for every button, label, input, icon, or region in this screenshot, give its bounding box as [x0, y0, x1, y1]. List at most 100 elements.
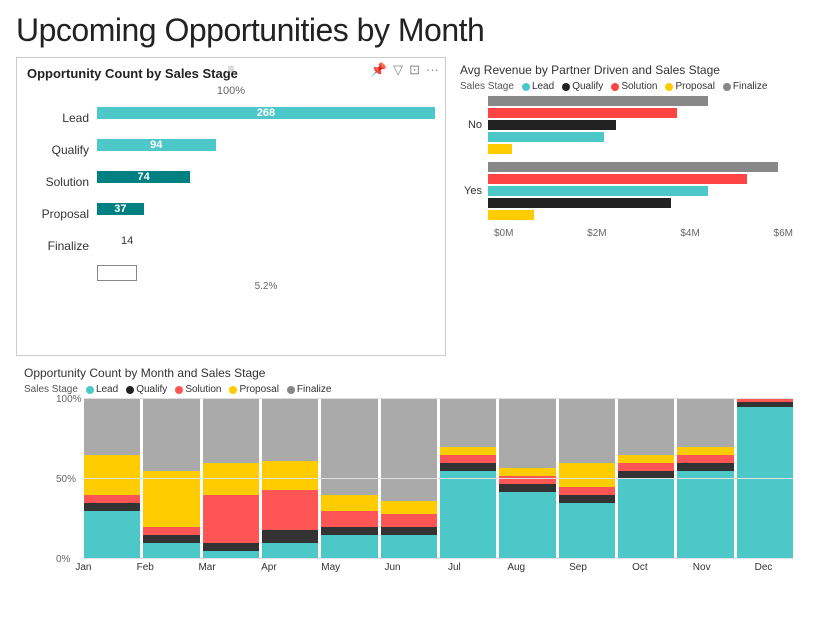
stacked-segment [737, 407, 793, 559]
bar-label: Solution [27, 175, 97, 189]
month-label: Apr [239, 562, 298, 573]
stacked-column [618, 399, 674, 559]
more-icon[interactable]: ··· [426, 62, 439, 78]
month-label: Nov [672, 562, 731, 573]
bar-label: Lead [27, 111, 97, 125]
legend-item: Solution [611, 81, 657, 92]
avg-bar [488, 174, 747, 184]
month-label: Oct [610, 562, 669, 573]
month-label: Dec [734, 562, 793, 573]
bar-row: Finalize14 [27, 233, 435, 259]
filter-icon[interactable]: ▽ [393, 62, 403, 78]
bar-outside-label: 14 [121, 235, 133, 247]
bottom-legend-item: Finalize [287, 384, 331, 395]
stacked-segment [618, 399, 674, 455]
stacked-segment [84, 455, 140, 495]
month-label: Sep [549, 562, 608, 573]
stacked-segment [677, 447, 733, 455]
stacked-column [143, 399, 199, 559]
stacked-segment [143, 543, 199, 559]
stacked-segment [143, 527, 199, 535]
stacked-column [677, 399, 733, 559]
bar-row: Proposal37 [27, 201, 435, 227]
stacked-segment [499, 399, 555, 468]
stacked-segment [677, 471, 733, 559]
gridline [84, 398, 793, 399]
stacked-segment [321, 399, 377, 495]
month-label: May [301, 562, 360, 573]
avg-bar [488, 198, 671, 208]
stacked-column [203, 399, 259, 559]
y-axis-label: 50% [56, 474, 76, 485]
stacked-segment [559, 487, 615, 495]
stacked-segment [262, 461, 318, 490]
stacked-segment [440, 447, 496, 455]
avg-bars [488, 96, 793, 154]
stacked-segment [203, 399, 259, 463]
sales-stage-card: ≡ 📌 ▽ ⊡ ··· Opportunity Count by Sales S… [16, 57, 446, 356]
drag-handle[interactable]: ≡ [227, 62, 234, 76]
stacked-column [262, 399, 318, 559]
stacked-segment [262, 530, 318, 543]
stacked-column [737, 399, 793, 559]
stacked-segment [677, 463, 733, 471]
month-label: Mar [178, 562, 237, 573]
gridline [84, 558, 793, 559]
bar-fill: 37 [97, 203, 144, 215]
stacked-segment [84, 503, 140, 511]
stacked-column [321, 399, 377, 559]
toolbar: 📌 ▽ ⊡ ··· [371, 62, 439, 78]
avg-bar [488, 108, 677, 118]
month-label: Aug [487, 562, 546, 573]
pct-top-label: 100% [27, 85, 435, 97]
stacked-segment [559, 495, 615, 503]
stacked-segment [677, 399, 733, 447]
avg-revenue-title: Avg Revenue by Partner Driven and Sales … [460, 63, 793, 77]
stacked-segment [321, 527, 377, 535]
bar-row: Lead268 [27, 105, 435, 131]
avg-revenue-chart: No Yes [460, 96, 793, 220]
avg-row-label: Yes [460, 185, 488, 197]
bar-row: Qualify94 [27, 137, 435, 163]
stacked-column [440, 399, 496, 559]
avg-row: No [460, 96, 793, 154]
pct-bottom-label: 5.2% [97, 281, 435, 292]
stacked-column [559, 399, 615, 559]
horizontal-bar-chart: Lead268Qualify94Solution74Proposal37Fina… [27, 101, 435, 312]
legend-item: Qualify [562, 81, 603, 92]
stacked-segment [262, 399, 318, 461]
bottom-legend-item: Qualify [126, 384, 167, 395]
avg-bar [488, 186, 708, 196]
legend-item: Finalize [723, 81, 767, 92]
bottom-legend-item: Solution [175, 384, 221, 395]
avg-revenue-card: Avg Revenue by Partner Driven and Sales … [452, 57, 801, 356]
y-axis-label: 100% [56, 394, 82, 405]
month-label: Feb [116, 562, 175, 573]
stacked-segment [499, 468, 555, 476]
avg-bar [488, 162, 778, 172]
bar-outer: 94 [97, 139, 435, 161]
stacked-segment [84, 399, 140, 455]
stacked-segment [618, 455, 674, 463]
stacked-segment [440, 399, 496, 447]
avg-row: Yes [460, 162, 793, 220]
stacked-segment [381, 501, 437, 514]
bar-outer: 14 [97, 235, 435, 257]
legend-label: Sales Stage [460, 81, 514, 92]
bar-outer: 37 [97, 203, 435, 225]
x-axis-label: $6M [774, 228, 793, 239]
stacked-segment [559, 503, 615, 559]
avg-bar [488, 210, 534, 220]
avg-x-axis: $0M$2M$4M$6M [494, 228, 793, 239]
stacked-segment [618, 463, 674, 471]
stacked-segment [381, 514, 437, 527]
pin-icon[interactable]: 📌 [371, 62, 387, 78]
gridline [84, 478, 793, 479]
avg-revenue-legend: Sales StageLeadQualifySolutionProposalFi… [460, 81, 793, 92]
legend-item: Lead [522, 81, 554, 92]
stacked-segment [559, 463, 615, 487]
bottom-legend-item: Lead [86, 384, 118, 395]
stacked-segment [321, 495, 377, 511]
expand-icon[interactable]: ⊡ [409, 62, 420, 78]
stacked-segment [499, 484, 555, 492]
